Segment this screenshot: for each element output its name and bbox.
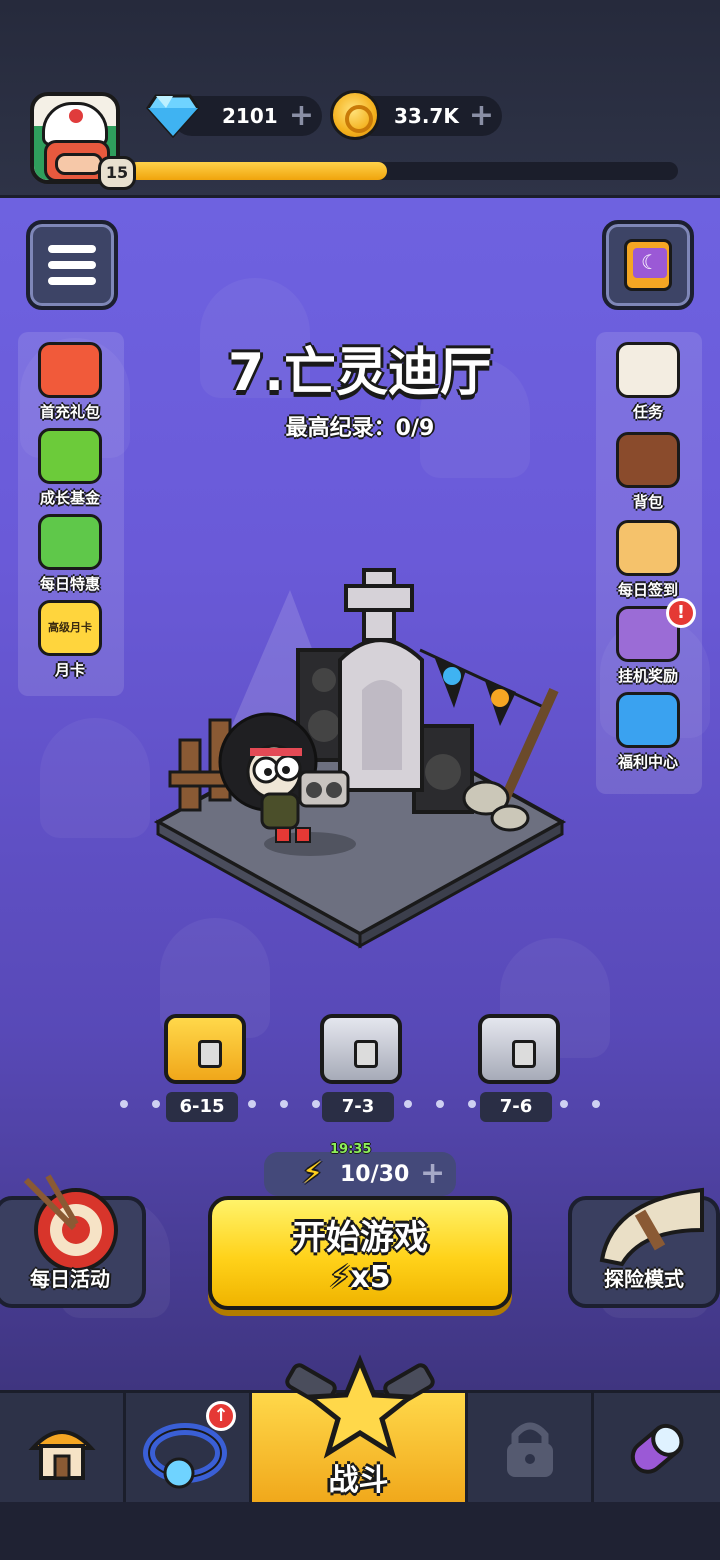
nav-equipment[interactable]: ↑ (126, 1393, 252, 1505)
left-menu-label: 成长基金 (39, 489, 100, 507)
right-menu-item[interactable]: 福利中心 (598, 692, 698, 772)
alert-badge-icon: ! (666, 598, 696, 628)
right-menu-label: 任务 (632, 403, 663, 421)
clipboard-check-icon (616, 520, 680, 576)
nav-locked[interactable] (468, 1393, 594, 1505)
chest-stage-label: 7-6 (480, 1092, 552, 1122)
start-game-cost-value: x5 (350, 1260, 391, 1295)
coin-icon (330, 90, 380, 140)
gem-add-icon[interactable]: + (289, 101, 314, 131)
reward-chest[interactable]: 7-6 (474, 1010, 564, 1122)
menu-list-icon (48, 245, 96, 285)
nav-skills[interactable] (594, 1393, 720, 1505)
left-menu-label: 月卡 (54, 661, 85, 679)
growth-arrow-icon (38, 428, 102, 484)
right-menu-label: 福利中心 (617, 753, 678, 771)
xp-progress-fill (128, 162, 387, 180)
moon-book-icon (624, 239, 672, 291)
right-menu-label: 背包 (632, 493, 663, 511)
player-level-badge: 15 (98, 156, 136, 190)
megaphone-icon (616, 692, 680, 748)
nav-shop[interactable] (0, 1393, 126, 1505)
menu-button[interactable] (26, 220, 118, 310)
stage-diorama[interactable] (150, 550, 570, 950)
target-arrow-icon (23, 1174, 118, 1272)
gold-chest-icon (164, 1014, 246, 1084)
shop-house-icon (27, 1430, 96, 1480)
right-menu-item[interactable]: 任务 (598, 342, 698, 422)
energy-count: 10/30 (340, 1162, 410, 1187)
best-record: 最高纪录：0/9 (285, 416, 435, 441)
silver-chest-icon (320, 1014, 402, 1084)
right-menu-item[interactable]: 挂机奖励! (598, 598, 698, 686)
silver-chest-icon (478, 1014, 560, 1084)
lock-icon (506, 1422, 553, 1477)
diamond-icon (146, 94, 200, 138)
left-menu-item[interactable]: 每日特惠 (20, 514, 120, 594)
left-menu-item[interactable]: 成长基金 (20, 428, 120, 508)
nav-battle[interactable]: 战斗 (252, 1354, 468, 1505)
coin-value: 33.7K (394, 104, 459, 128)
card-icon: 高级月卡 (38, 600, 102, 656)
bottom-navigation: ↑ 战斗 (0, 1354, 720, 1505)
start-game-button[interactable]: 开始游戏 ⚡x5 (208, 1196, 512, 1310)
start-game-label: 开始游戏 (292, 1218, 428, 1258)
right-menu-item[interactable]: 每日签到 (598, 520, 698, 600)
daily-activity-label: 每日活动 (30, 1267, 110, 1291)
left-menu-item[interactable]: 高级月卡 月卡 (20, 600, 120, 680)
gem-value: 2101 (222, 104, 278, 128)
energy-add-icon[interactable]: + (420, 1156, 445, 1191)
scroll-icon (616, 342, 680, 398)
horn-icon (599, 1187, 704, 1267)
right-menu-label: 挂机奖励 (617, 667, 678, 685)
explore-mode-label: 探险模式 (604, 1267, 684, 1291)
stage-title: 7.亡灵迪厅 (228, 343, 492, 403)
upgrade-alert-icon: ↑ (206, 1401, 236, 1431)
footer-strip (0, 1502, 720, 1560)
chest-stage-label: 7-3 (322, 1092, 394, 1122)
reward-chest[interactable]: 6-15 (160, 1010, 250, 1122)
basket-icon (38, 514, 102, 570)
lightning-icon: ⚡ (329, 1260, 351, 1295)
daily-activity-button[interactable]: 每日活动 (0, 1174, 146, 1308)
lightning-icon: ⚡ (302, 1156, 324, 1191)
card-sublabel: 高级月卡 (48, 621, 92, 634)
coin-add-icon[interactable]: + (469, 101, 494, 131)
left-menu-label: 首充礼包 (39, 403, 100, 421)
xp-progress-bar (128, 162, 678, 180)
left-menu-label: 每日特惠 (39, 575, 100, 593)
nav-battle-label: 战斗 (328, 1463, 389, 1498)
star-battle-icon (285, 1354, 435, 1459)
start-game-cost: ⚡x5 (212, 1260, 508, 1295)
chest-stage-label: 6-15 (166, 1092, 238, 1122)
backpack-icon (616, 432, 680, 488)
reward-chest[interactable]: 7-3 (316, 1010, 406, 1122)
right-menu-label: 每日签到 (617, 581, 678, 599)
right-menu-item[interactable]: 背包 (598, 432, 698, 512)
explore-mode-button[interactable]: 探险模式 (568, 1187, 720, 1308)
energy-timer: 19:35 (330, 1142, 372, 1157)
capsule-icon (630, 1423, 684, 1474)
codex-button[interactable] (602, 220, 694, 310)
left-menu-item[interactable]: 首充礼包 (20, 342, 120, 422)
gift-box-icon (38, 342, 102, 398)
